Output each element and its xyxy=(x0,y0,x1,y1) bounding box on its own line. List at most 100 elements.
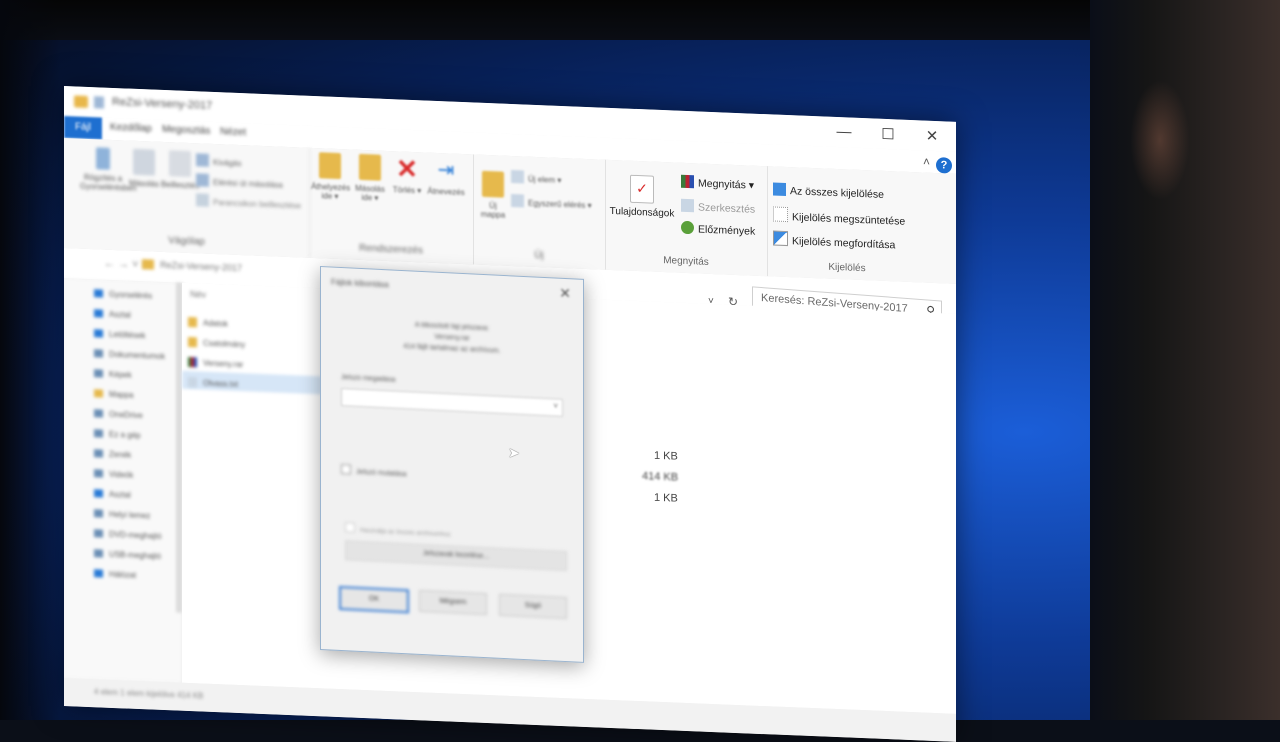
sidebar-item[interactable]: Asztal xyxy=(94,309,131,320)
sidebar-item[interactable]: Gyorselérés xyxy=(94,289,153,301)
sidebar-item[interactable]: Ez a gép xyxy=(94,429,141,440)
sidebar-item[interactable]: Dokumentumok xyxy=(94,349,165,361)
breadcrumb[interactable]: ReZsi-Verseny-2017 xyxy=(160,260,242,273)
file-row[interactable]: Csatolmány xyxy=(188,336,308,358)
sidebar-item-icon xyxy=(94,309,103,318)
new-group: Új mappa Új elem ▾ Egyszerű elérés ▾ Új xyxy=(473,154,606,270)
cut-button[interactable]: Kivágás xyxy=(196,153,241,168)
new-item-icon xyxy=(511,169,524,184)
move-folder-icon xyxy=(319,152,341,180)
sidebar-item-icon xyxy=(94,469,103,478)
rename-button[interactable]: ⇥ Átnevezés xyxy=(425,156,467,197)
easy-access-button[interactable]: Egyszerű elérés ▾ xyxy=(511,193,592,211)
copy-to-button[interactable]: Másolás ide ▾ xyxy=(351,153,389,204)
column-header-name[interactable]: Név xyxy=(190,289,206,300)
paste-button[interactable]: Beillesztés xyxy=(160,150,200,191)
tab-share[interactable]: Megosztás xyxy=(162,124,210,137)
copy-button[interactable]: Másolás xyxy=(126,148,162,189)
use-for-all-checkbox[interactable]: Használja az összes archívumhoz xyxy=(345,522,451,538)
file-row[interactable]: Adatok xyxy=(188,316,308,338)
select-none-button[interactable]: Kijelölés megszüntetése xyxy=(773,206,905,228)
file-icon xyxy=(188,356,197,368)
dialog-title: Fájlok kibontása xyxy=(331,277,389,290)
history-button[interactable]: Előzmények xyxy=(681,220,755,238)
sidebar-item[interactable]: Letöltések xyxy=(94,329,145,340)
chevron-down-icon[interactable]: ˅ xyxy=(553,401,558,410)
sidebar-item[interactable]: Videók xyxy=(94,469,133,480)
minimize-button[interactable]: — xyxy=(826,123,862,144)
sidebar-item-icon xyxy=(94,409,103,418)
easy-access-label: Egyszerű elérés ▾ xyxy=(528,198,592,211)
sidebar-item-icon xyxy=(94,509,103,518)
sidebar-item[interactable]: Hálózat xyxy=(94,569,136,580)
properties-button[interactable]: ✓ Tulajdonságok xyxy=(607,174,677,220)
sidebar-item[interactable]: Képek xyxy=(94,369,132,380)
delete-button[interactable]: ✕ Törlés ▾ xyxy=(391,153,423,195)
dialog-close-icon[interactable]: ✕ xyxy=(559,285,571,303)
sidebar-item[interactable]: USB-meghajtó xyxy=(94,549,161,561)
invert-selection-icon xyxy=(773,230,788,247)
sidebar-item[interactable]: Helyi lemez xyxy=(94,509,150,520)
copy-path-button[interactable]: Elérési út másolása xyxy=(196,173,283,190)
sidebar-item[interactable]: Mappa xyxy=(94,389,133,400)
open-button[interactable]: Megnyitás ▾ xyxy=(681,174,754,192)
mouse-cursor-icon: ➤ xyxy=(508,444,520,461)
copy-label: Másolás xyxy=(129,178,159,189)
ok-button[interactable]: OK xyxy=(339,585,409,614)
select-all-button[interactable]: Az összes kijelölése xyxy=(773,182,884,201)
invert-selection-button[interactable]: Kijelölés megfordítása xyxy=(773,230,895,251)
sidebar-item[interactable]: DVD-meghajtó xyxy=(94,529,161,541)
rename-icon: ⇥ xyxy=(437,159,455,182)
open-group-label: Megnyitás xyxy=(663,255,709,268)
password-field-label: Jelszó megadása xyxy=(341,374,396,384)
rename-label: Átnevezés xyxy=(427,186,465,198)
tab-view[interactable]: Nézet xyxy=(220,126,246,138)
paste-icon xyxy=(169,150,191,178)
sidebar-item-label: Gyorselérés xyxy=(109,289,153,301)
help-icon[interactable]: ? xyxy=(936,157,952,174)
organize-passwords-button[interactable]: Jelszavak kezelése... xyxy=(345,540,567,572)
folder-icon xyxy=(188,336,197,348)
new-item-button[interactable]: Új elem ▾ xyxy=(511,169,561,185)
maximize-button[interactable]: ☐ xyxy=(870,124,906,145)
navigation-arrows[interactable]: ← → ˅ ↑ xyxy=(104,258,147,272)
close-button[interactable]: ✕ xyxy=(914,126,950,147)
copy-to-label: Másolás ide ▾ xyxy=(355,183,385,203)
checkbox-box[interactable] xyxy=(341,464,351,475)
cancel-button[interactable]: Mégsem xyxy=(419,589,487,616)
properties-label: Tulajdonságok xyxy=(609,205,675,220)
file-row[interactable]: Olvass.txt xyxy=(188,376,308,398)
sidebar-item[interactable]: Asztal xyxy=(94,489,131,500)
file-name: Olvass.txt xyxy=(203,378,239,389)
scissors-icon xyxy=(196,153,209,167)
checkbox-box[interactable] xyxy=(345,522,355,533)
quick-access-icon[interactable] xyxy=(94,96,104,109)
extract-password-dialog: Fájlok kibontása ✕ A titkosított fájl je… xyxy=(320,266,584,663)
open-label: Megnyitás xyxy=(698,177,746,192)
sidebar-item[interactable]: Zenék xyxy=(94,449,131,460)
pin-button[interactable]: Rögzítés a Gyorselérésben xyxy=(80,147,136,193)
collapse-ribbon-icon[interactable]: ˄ xyxy=(923,155,930,169)
open-group: ✓ Tulajdonságok Megnyitás ▾ Szerkesztés … xyxy=(605,159,768,277)
paste-shortcut-button[interactable]: Parancsikon beillesztése xyxy=(196,193,301,211)
tab-home[interactable]: Kezdőlap xyxy=(110,122,152,135)
show-password-checkbox[interactable]: Jelszó mutatása xyxy=(341,464,407,478)
sidebar-item-icon xyxy=(94,449,103,458)
properties-check-icon: ✓ xyxy=(630,174,654,204)
move-to-label: Áthelyezés ide ▾ xyxy=(311,181,351,202)
window-title: ReZsi-Verseny-2017 xyxy=(112,95,213,112)
move-to-button[interactable]: Áthelyezés ide ▾ xyxy=(311,152,351,202)
show-password-label: Jelszó mutatása xyxy=(356,468,407,479)
copy-path-label: Elérési út másolása xyxy=(213,177,283,190)
tab-file[interactable]: Fájl xyxy=(64,116,102,140)
new-folder-button[interactable]: Új mappa xyxy=(479,170,507,220)
sidebar-item[interactable]: OneDrive xyxy=(94,409,143,420)
sidebar-item-label: Ez a gép xyxy=(109,429,141,441)
copy-path-icon xyxy=(196,173,209,187)
delete-x-icon: ✕ xyxy=(396,153,418,185)
select-all-icon xyxy=(773,182,786,196)
edit-button[interactable]: Szerkesztés xyxy=(681,198,755,216)
help-button[interactable]: Súgó xyxy=(499,593,567,620)
sidebar-item-icon xyxy=(94,389,103,398)
password-input[interactable]: ˅ xyxy=(341,388,563,417)
